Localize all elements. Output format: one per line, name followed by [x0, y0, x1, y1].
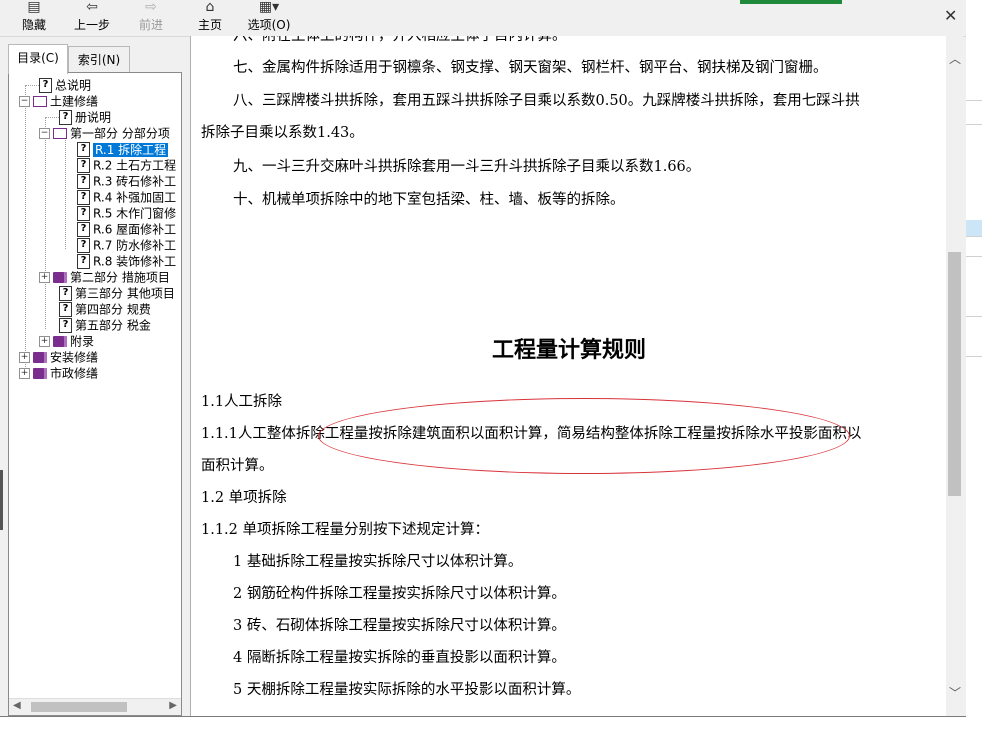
- help-window: ▤ 隐藏 ⇦ 上一步 ⇨ 前进 ⌂ 主页 ▦▾ 选项(O) ✕ 目录(C) 索引…: [0, 0, 967, 717]
- tree-item-part-2[interactable]: + 第二部分 措施项目: [39, 269, 170, 285]
- help-page-icon: ?: [77, 222, 90, 237]
- scroll-right-icon[interactable]: ▶: [169, 700, 177, 711]
- paragraph: 1.2 单项拆除: [201, 490, 287, 506]
- tree-item-part-1[interactable]: − 第一部分 分部分项: [39, 125, 170, 141]
- navigation-panel: 目录(C) 索引(N) ? 总说明 − 土建修缮 ? 册说明 − 第一部分 分部分项: [4, 42, 182, 716]
- tree-item-appendix[interactable]: + 附录: [39, 333, 94, 349]
- list-item: 1 基础拆除工程量按实拆除尺寸以体积计算。: [233, 554, 523, 570]
- expand-icon[interactable]: +: [19, 352, 30, 363]
- hide-button[interactable]: ▤ 隐藏: [14, 0, 54, 36]
- list-item: 2 钢筋砼构件拆除工程量按实拆除尺寸以体积计算。: [233, 586, 566, 602]
- section-heading: 工程量计算规则: [491, 337, 646, 363]
- tree-item-r1[interactable]: ? R.1 拆除工程: [77, 141, 169, 157]
- topic-content: 六、附在主体上的构件，并入相应主体子目内计算。 七、金属构件拆除适用于钢檩条、钢…: [190, 36, 947, 716]
- background-window-edge: [966, 0, 982, 740]
- list-item: 3 砖、石砌体拆除工程量按实拆除尺寸以体积计算。: [233, 618, 566, 634]
- paragraph: 六、附在主体上的构件，并入相应主体子目内计算。: [233, 36, 567, 44]
- tree-line: [45, 117, 59, 118]
- contents-tree: ? 总说明 − 土建修缮 ? 册说明 − 第一部分 分部分项 ? R.1 拆除工程 ? R.…: [8, 72, 182, 716]
- book-icon: [33, 352, 47, 363]
- home-icon: ⌂: [205, 0, 215, 15]
- paragraph: 1.1.1人工整体拆除工程量按拆除建筑面积以面积计算，简易结构整体拆除工程量按拆…: [201, 426, 862, 442]
- forward-button[interactable]: ⇨ 前进: [130, 0, 172, 36]
- hide-icon: ▤: [27, 0, 41, 15]
- help-page-icon: ?: [77, 206, 90, 221]
- home-button[interactable]: ⌂ 主页: [190, 0, 230, 36]
- help-page-icon: ?: [59, 110, 72, 125]
- paragraph: 1.1人工拆除: [201, 394, 283, 410]
- scrollbar-thumb[interactable]: [948, 252, 961, 496]
- tree-item-r3[interactable]: ? R.3 砖石修补工: [77, 173, 176, 189]
- tree-line: [65, 133, 66, 249]
- tab-contents[interactable]: 目录(C): [8, 44, 68, 74]
- paragraph: 九、一斗三升交麻叶斗拱拆除套用一斗三升斗拱拆除子目乘以系数1.66。: [233, 159, 701, 175]
- scrollbar-thumb[interactable]: [31, 702, 127, 712]
- tree-item-r5[interactable]: ? R.5 木作门窗修: [77, 205, 176, 221]
- back-button[interactable]: ⇦ 上一步: [68, 0, 116, 36]
- help-page-icon: ?: [77, 190, 90, 205]
- paragraph: 面积计算。: [201, 458, 274, 474]
- tree-line: [45, 117, 46, 329]
- tree-line: [25, 85, 39, 86]
- tree-item-r2[interactable]: ? R.2 土石方工程: [77, 157, 176, 173]
- book-icon: [53, 272, 67, 283]
- collapse-icon[interactable]: −: [39, 128, 50, 139]
- tree-line: [25, 85, 26, 377]
- help-page-icon: ?: [59, 302, 72, 317]
- tree-item-volume-notes[interactable]: ? 册说明: [59, 109, 111, 125]
- help-page-icon: ?: [77, 238, 90, 253]
- open-book-icon: [53, 128, 67, 139]
- scroll-left-icon[interactable]: ◀: [13, 700, 21, 711]
- close-icon[interactable]: ✕: [944, 6, 957, 25]
- help-page-icon: ?: [39, 78, 52, 93]
- arrow-left-icon: ⇦: [86, 0, 98, 15]
- tree-item-municipal-repair[interactable]: + 市政修缮: [19, 365, 98, 381]
- book-icon: [53, 336, 67, 347]
- tree-item-r8[interactable]: ? R.8 装饰修补工: [77, 253, 176, 269]
- expand-icon[interactable]: +: [19, 368, 30, 379]
- paragraph: 十、机械单项拆除中的地下室包括梁、柱、墙、板等的拆除。: [233, 192, 625, 208]
- content-vertical-scrollbar[interactable]: ︿ ﹀: [946, 36, 963, 716]
- help-page-icon: ?: [59, 286, 72, 301]
- list-item: 5 天棚拆除工程量按实际拆除的水平投影以面积计算。: [233, 682, 581, 698]
- tree-item-r4[interactable]: ? R.4 补强加固工: [77, 189, 176, 205]
- tree-item-part-4[interactable]: ? 第四部分 规费: [59, 301, 151, 317]
- tree-horizontal-scrollbar[interactable]: ◀ ▶: [9, 698, 181, 715]
- tree-item-part-3[interactable]: ? 第三部分 其他项目: [59, 285, 175, 301]
- help-page-icon: ?: [77, 158, 90, 173]
- open-book-icon: [33, 96, 47, 107]
- book-icon: [33, 368, 47, 379]
- tab-index[interactable]: 索引(N): [68, 46, 130, 73]
- paragraph: 1.1.2 单项拆除工程量分别按下述规定计算：: [201, 522, 490, 538]
- help-page-icon: ?: [77, 174, 90, 189]
- list-item: 4 隔断拆除工程量按实拆除的垂直投影以面积计算。: [233, 650, 566, 666]
- paragraph: 七、金属构件拆除适用于钢檩条、钢支撑、钢天窗架、钢栏杆、钢平台、钢扶梯及钢门窗栅…: [233, 60, 828, 76]
- tree-item-civil-repair[interactable]: − 土建修缮: [19, 93, 98, 109]
- options-button[interactable]: ▦▾ 选项(O): [244, 0, 294, 36]
- chevron-up-icon[interactable]: ︿: [949, 50, 961, 67]
- arrow-right-icon: ⇨: [145, 0, 157, 15]
- chevron-down-icon[interactable]: ﹀: [949, 684, 961, 701]
- help-page-icon: ?: [59, 318, 72, 333]
- help-page-icon: ?: [77, 254, 90, 269]
- collapse-icon[interactable]: −: [19, 96, 30, 107]
- tree-item-r6[interactable]: ? R.6 屋面修补工: [77, 221, 176, 237]
- expand-icon[interactable]: +: [39, 336, 50, 347]
- expand-icon[interactable]: +: [39, 272, 50, 283]
- help-page-icon: ?: [77, 142, 90, 157]
- tree-item-install-repair[interactable]: + 安装修缮: [19, 349, 98, 365]
- tree-item-part-5[interactable]: ? 第五部分 税金: [59, 317, 151, 333]
- tree-item-general-notes[interactable]: ? 总说明: [39, 77, 91, 93]
- paragraph: 拆除子目乘以系数1.43。: [201, 125, 364, 141]
- tree-item-r7[interactable]: ? R.7 防水修补工: [77, 237, 176, 253]
- toolbar: ▤ 隐藏 ⇦ 上一步 ⇨ 前进 ⌂ 主页 ▦▾ 选项(O) ✕: [0, 0, 966, 37]
- options-icon: ▦▾: [258, 0, 280, 15]
- progress-indicator: [740, 0, 842, 4]
- background-window-edge: [0, 470, 3, 530]
- paragraph: 八、三踩牌楼斗拱拆除，套用五踩斗拱拆除子目乘以系数0.50。九踩牌楼斗拱拆除，套…: [233, 93, 860, 109]
